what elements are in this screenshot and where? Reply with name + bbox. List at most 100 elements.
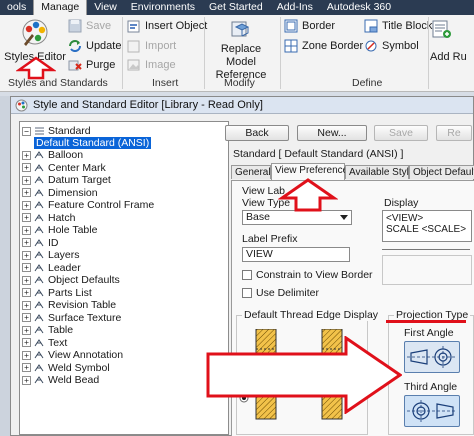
ribbon-tab-bar: ools Manage View Environments Get Starte… (0, 0, 474, 15)
label-prefix-input[interactable]: VIEW (242, 247, 350, 262)
tree-item-id[interactable]: + ID (22, 237, 59, 249)
symbol-icon (365, 40, 377, 52)
tree-item-balloon[interactable]: + Balloon (22, 149, 83, 161)
tab-available-styles[interactable]: Available Styles (345, 165, 419, 179)
tree-item-dimension[interactable]: + Dimension (22, 187, 98, 199)
tree-item-leader[interactable]: + Leader (22, 262, 81, 274)
expand-icon[interactable]: + (22, 363, 31, 372)
expand-icon[interactable]: + (22, 325, 31, 335)
tree-item-label: Feature Control Frame (48, 199, 155, 211)
tree-item-feature-control-frame[interactable]: + Feature Control Frame (22, 199, 154, 211)
expand-icon[interactable]: + (22, 263, 31, 272)
expand-icon[interactable]: + (22, 300, 31, 310)
expand-icon[interactable]: + (22, 288, 31, 297)
expand-icon[interactable]: + (22, 163, 31, 172)
purge-label: Purge (86, 59, 116, 71)
add-rule-button[interactable]: Add Ru (430, 19, 474, 64)
ribbon-tab-tools[interactable]: ools (0, 0, 33, 15)
back-button[interactable]: Back (225, 125, 289, 141)
tab-object-defaults[interactable]: Object Defaults (409, 165, 474, 179)
image-button[interactable]: Image (127, 58, 176, 72)
import-button[interactable]: Import (127, 39, 176, 53)
tree-item-view-annotation[interactable]: + View Annotation (22, 349, 123, 361)
insert-object-icon (127, 20, 140, 33)
tab-general[interactable]: General (231, 165, 271, 179)
tree-item-hole-table[interactable]: + Hole Table (22, 224, 97, 236)
tree-item-revision-table[interactable]: + Revision Table (22, 299, 116, 311)
tree-item-default-standard[interactable]: Default Standard (ANSI) (34, 137, 152, 149)
expand-icon[interactable]: + (22, 338, 31, 347)
ribbon-tab-environments[interactable]: Environments (124, 0, 202, 15)
ribbon-tab-view[interactable]: View (87, 0, 124, 15)
tree-item-standard[interactable]: − Standard (22, 125, 91, 137)
constrain-to-view-border-checkbox[interactable]: Constrain to View Border (242, 269, 373, 281)
separator-line (382, 249, 470, 250)
collapse-icon[interactable]: − (22, 126, 31, 136)
expand-icon[interactable]: + (22, 150, 31, 160)
expand-icon[interactable]: + (22, 175, 31, 185)
zone-border-button[interactable]: Zone Border (284, 39, 363, 53)
purge-icon (68, 60, 82, 71)
save-button[interactable]: Save (374, 125, 428, 141)
style-category-icon (34, 176, 44, 184)
tree-item-center-mark[interactable]: + Center Mark (22, 162, 106, 174)
display-format-box[interactable]: <VIEW> SCALE <SCALE> (382, 210, 472, 242)
styles-editor-icon (22, 19, 48, 46)
insert-object-button[interactable]: Insert Object (127, 19, 207, 33)
purge-button[interactable]: Purge (68, 58, 115, 72)
use-delimiter-checkbox[interactable]: Use Delimiter (242, 287, 319, 299)
reset-button[interactable]: Re (436, 125, 472, 141)
tree-item-hatch[interactable]: + Hatch (22, 212, 75, 224)
group-divider (122, 17, 123, 89)
expand-icon[interactable]: + (22, 238, 31, 247)
symbol-button[interactable]: Symbol (364, 39, 419, 53)
style-category-icon (34, 351, 44, 359)
view-type-dropdown[interactable]: Base (242, 210, 352, 225)
expand-icon[interactable]: + (22, 225, 31, 235)
tree-item-layers[interactable]: + Layers (22, 249, 80, 261)
thread-edge-title: Default Thread Edge Display (242, 309, 381, 321)
replace-model-reference-button[interactable]: Replace Model Reference (206, 19, 276, 82)
insert-group-label: Insert (152, 77, 179, 89)
ribbon-tab-autodesk-360[interactable]: Autodesk 360 (320, 0, 398, 15)
tree-item-surface-texture[interactable]: + Surface Texture (22, 312, 121, 324)
style-tree[interactable]: − Standard Default Standard (ANSI) + Ball… (19, 121, 229, 435)
expand-icon[interactable]: + (22, 188, 31, 197)
first-angle-label: First Angle (404, 327, 454, 339)
style-category-icon (34, 151, 44, 159)
save-style-button[interactable]: Save (68, 19, 111, 33)
insert-object-label: Insert Object (145, 20, 208, 32)
expand-icon[interactable]: + (22, 200, 31, 210)
tree-item-label: Dimension (48, 186, 98, 199)
update-button[interactable]: Update (68, 39, 121, 53)
border-button[interactable]: Border (284, 19, 335, 33)
tree-item-object-defaults[interactable]: + Object Defaults (22, 274, 120, 286)
first-angle-button[interactable] (404, 341, 460, 373)
third-angle-button[interactable] (404, 395, 460, 427)
tree-item-table[interactable]: + Table (22, 324, 73, 336)
tree-item-datum-target[interactable]: + Datum Target (22, 174, 111, 186)
import-label: Import (145, 40, 177, 52)
tree-item-weld-symbol[interactable]: + Weld Symbol (22, 362, 110, 374)
save-icon (68, 19, 82, 33)
tree-item-label: View Annotation (48, 349, 124, 361)
expand-icon[interactable]: + (22, 313, 31, 322)
expand-icon[interactable]: + (22, 375, 31, 385)
tree-item-parts-list[interactable]: + Parts List (22, 287, 92, 299)
checkbox-box (242, 288, 252, 298)
expand-icon[interactable]: + (22, 250, 31, 260)
tree-item-label: Layers (48, 249, 80, 261)
expand-icon[interactable]: + (22, 350, 31, 360)
title-block-button[interactable]: Title Block (364, 19, 432, 33)
tree-item-text[interactable]: + Text (22, 337, 67, 349)
expand-icon[interactable]: + (22, 213, 31, 222)
expand-icon[interactable]: + (22, 275, 31, 285)
ribbon-tab-manage[interactable]: Manage (33, 0, 88, 15)
ribbon-panel: Styles Editor Save Update Purge Styles a… (0, 15, 474, 92)
new-button[interactable]: New... (297, 125, 367, 141)
tree-item-weld-bead[interactable]: + Weld Bead (22, 374, 99, 386)
ribbon-tab-add-ins[interactable]: Add-Ins (270, 0, 320, 15)
workspace-frame (0, 96, 10, 436)
tree-item-label: Text (48, 336, 68, 349)
ribbon-tab-get-started[interactable]: Get Started (202, 0, 270, 15)
